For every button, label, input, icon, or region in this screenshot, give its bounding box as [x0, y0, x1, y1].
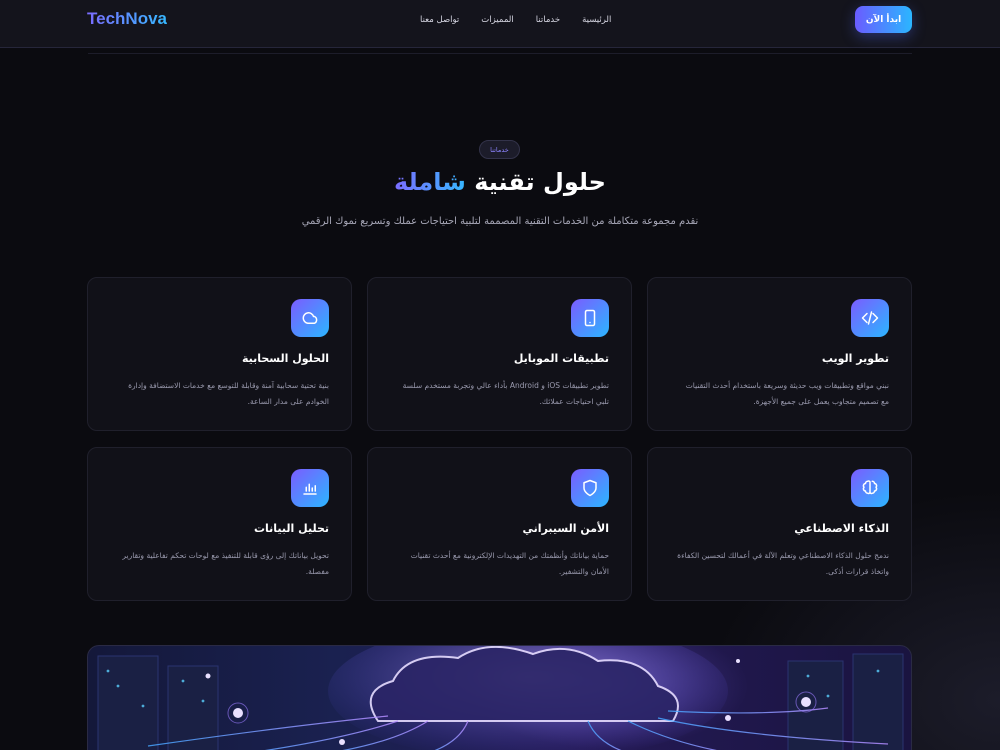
service-title: تطبيقات الموبايل: [513, 352, 609, 365]
nav-link-home[interactable]: الرئيسية: [582, 15, 611, 25]
brain-icon: [851, 469, 889, 507]
service-card-analytics[interactable]: تحليل البيانات تحويل بياناتك إلى رؤى قاب…: [87, 447, 352, 601]
service-card-security[interactable]: الأمن السيبراني حماية بياناتك وأنظمتك من…: [367, 447, 632, 601]
cloud-icon: [291, 299, 329, 337]
service-title: الأمن السيبراني: [522, 522, 609, 535]
service-description: ندمج حلول الذكاء الاصطناعي وتعلم الآلة ف…: [677, 551, 889, 576]
service-description: حماية بياناتك وأنظمتك من التهديدات الإلك…: [410, 551, 609, 576]
service-card-ai[interactable]: الذكاء الاصطناعي ندمج حلول الذكاء الاصطن…: [647, 447, 912, 601]
service-title: تطوير الويب: [821, 352, 889, 365]
service-description: تطوير تطبيقات iOS و Android بأداء عالي و…: [402, 381, 609, 406]
smartphone-icon: [571, 299, 609, 337]
service-card-web[interactable]: تطوير الويب نبني مواقع وتطبيقات ويب حديث…: [647, 277, 912, 431]
service-card-mobile[interactable]: تطبيقات الموبايل تطوير تطبيقات iOS و And…: [367, 277, 632, 431]
hero-illustration: [87, 645, 912, 750]
service-description: نبني مواقع وتطبيقات ويب حديثة وسريعة باس…: [685, 381, 889, 406]
service-title: الذكاء الاصطناعي: [794, 522, 889, 535]
service-card-cloud[interactable]: الحلول السحابية بنية تحتية سحابية آمنة و…: [87, 277, 352, 431]
nav-link-features[interactable]: المميزات: [481, 15, 513, 25]
code-icon: [851, 299, 889, 337]
service-title: الحلول السحابية: [241, 352, 329, 365]
section-title-main: حلول تقنية: [474, 168, 606, 196]
top-navbar: ابدأ الآن الرئيسية خدماتنا المميزات تواص…: [0, 0, 1000, 48]
brand-logo[interactable]: TechNova: [87, 9, 167, 29]
section-badge: خدماتنا: [479, 140, 520, 159]
get-started-button[interactable]: ابدأ الآن: [855, 6, 912, 33]
nav-link-contact[interactable]: تواصل معنا: [420, 15, 459, 25]
service-description: تحويل بياناتك إلى رؤى قابلة للتنفيذ مع ل…: [122, 551, 329, 576]
divider: [88, 53, 912, 54]
cloud-network-graphic: [97, 646, 904, 750]
service-description: بنية تحتية سحابية آمنة وقابلة للتوسع مع …: [128, 381, 329, 406]
page: ابدأ الآن الرئيسية خدماتنا المميزات تواص…: [0, 0, 1000, 750]
nav-link-services[interactable]: خدماتنا: [536, 15, 560, 25]
section-subtitle: نقدم مجموعة متكاملة من الخدمات التقنية ا…: [301, 216, 699, 227]
shield-icon: [571, 469, 609, 507]
service-title: تحليل البيانات: [253, 522, 329, 535]
bar-chart-icon: [291, 469, 329, 507]
nav-links: الرئيسية خدماتنا المميزات تواصل معنا: [420, 13, 611, 27]
section-title-accent: شاملة: [394, 168, 466, 196]
section-title: حلول تقنية شاملة: [300, 168, 700, 196]
